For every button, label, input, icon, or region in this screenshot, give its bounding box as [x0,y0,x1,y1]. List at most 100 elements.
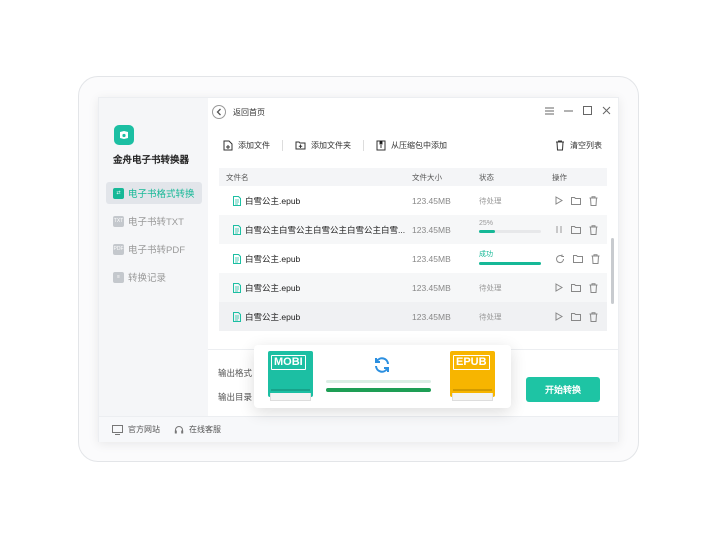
trash-icon[interactable] [591,253,600,264]
table-row[interactable]: 白雪公主.epub 123.45MB 待处理 [219,302,607,331]
document-icon [233,195,241,206]
table-row[interactable]: 白雪公主.epub 123.45MB 待处理 [219,186,607,215]
back-button[interactable] [212,105,226,119]
table-row[interactable]: 白雪公主.epub 123.45MB 待处理 [219,273,607,302]
sidebar-item-label: 转换记录 [128,273,167,284]
row-actions [555,282,606,293]
pause-icon[interactable] [555,225,563,235]
book-pages [452,393,493,401]
sidebar-item-history[interactable]: ≡ 转换记录 [106,266,202,288]
play-icon[interactable] [555,312,563,322]
txt-icon: TXT [113,215,124,227]
progress-fill [479,230,495,233]
file-name: 白雪公主.epub [233,311,300,323]
titlebar: 返回首页 [208,98,618,126]
refresh-icon[interactable] [555,254,565,264]
footer: 官方网站 在线客服 [99,416,618,442]
sidebar-item-to-txt[interactable]: TXT 电子书转TXT [106,210,202,232]
file-size: 123.45MB [412,195,451,206]
trash-icon [556,140,564,150]
monitor-icon [112,424,123,435]
trash-icon[interactable] [589,224,598,235]
add-from-archive-button[interactable]: 从压缩包中添加 [376,140,447,151]
folder-icon[interactable] [571,283,581,293]
mobi-book-icon: MOBI [268,351,313,401]
status-text: 待处理 [479,283,502,292]
progress-percent: 25% [479,220,494,227]
chevron-left-icon [216,108,221,116]
sidebar-item-to-pdf[interactable]: PDF 电子书转PDF [106,238,202,260]
trash-icon[interactable] [589,195,598,206]
clear-list-label: 清空列表 [570,140,602,150]
play-icon[interactable] [555,283,563,293]
epub-book-icon: EPUB [450,351,495,401]
progress-track [326,380,431,383]
maximize-icon[interactable] [582,105,593,116]
sidebar-nav: ⇄ 电子书格式转换 TXT 电子书转TXT PDF 电子书转PDF ≡ 转换记录 [106,182,202,294]
scrollbar[interactable] [611,238,614,304]
clear-list-button[interactable]: 清空列表 [555,140,602,151]
online-support-link[interactable]: 在线客服 [174,424,221,435]
folder-icon[interactable] [571,312,581,322]
progress-fill [479,262,541,265]
table-header: 文件名 文件大小 状态 操作 [219,168,607,186]
sidebar: 金舟电子书转换器 ⇄ 电子书格式转换 TXT 电子书转TXT PDF 电子书转P… [99,98,208,416]
add-folder-label: 添加文件夹 [311,140,351,150]
sidebar-item-label: 电子书格式转换 [128,189,195,200]
app-name: 金舟电子书转换器 [113,155,190,166]
file-name: 白雪公主.epub [233,253,300,265]
file-size: 123.45MB [412,311,451,322]
book-spine [453,389,492,391]
window-controls [536,105,612,116]
document-icon [233,224,241,235]
file-name: 白雪公主.epub [233,282,300,294]
col-size: 文件大小 [412,173,442,182]
toolbar-divider [282,139,283,151]
col-ops: 操作 [552,173,567,182]
sync-icon [375,357,389,373]
file-name-text: 白雪公主白雪公主白雪公主白雪公主白雪... [245,224,406,235]
col-name: 文件名 [226,173,249,182]
add-file-label: 添加文件 [238,140,270,150]
official-website-link[interactable]: 官方网站 [112,424,160,435]
trash-icon[interactable] [589,282,598,293]
file-size: 123.45MB [412,282,451,293]
table-row[interactable]: 白雪公主.epub 123.45MB 成功 [219,244,607,273]
trash-icon[interactable] [589,311,598,322]
file-name-text: 白雪公主.epub [245,195,301,206]
sidebar-item-label: 电子书转TXT [128,217,184,228]
row-actions [555,195,606,206]
conversion-popup: MOBI EPUB [254,345,511,408]
minimize-icon[interactable] [563,105,574,116]
history-icon: ≡ [113,271,124,283]
progress-fill [326,388,431,392]
book-spine [271,389,310,391]
row-actions [555,311,606,322]
progress-indicator: 成功 [479,249,541,265]
document-icon [233,282,241,293]
add-file-button[interactable]: 添加文件 [223,140,270,151]
folder-icon[interactable] [573,254,583,264]
add-folder-button[interactable]: 添加文件夹 [295,140,351,151]
toolbar: 添加文件 添加文件夹 从压缩包中添加 清空列表 [208,134,618,156]
file-name: 白雪公主白雪公主白雪公主白雪公主白雪... [233,224,405,236]
to-format-label: EPUB [453,355,490,370]
start-convert-button[interactable]: 开始转换 [526,377,600,402]
row-actions [555,224,606,235]
sidebar-item-format-convert[interactable]: ⇄ 电子书格式转换 [106,182,202,204]
book-pages [270,393,311,401]
table-row[interactable]: 白雪公主白雪公主白雪公主白雪公主白雪... 123.45MB 25% [219,215,607,244]
document-icon [233,311,241,322]
back-label[interactable]: 返回首页 [233,107,265,118]
folder-icon[interactable] [571,225,581,235]
archive-icon [376,140,386,150]
folder-icon[interactable] [571,196,581,206]
file-name: 白雪公主.epub [233,195,300,207]
from-format-label: MOBI [271,355,306,370]
official-website-label: 官方网站 [128,425,160,434]
menu-icon[interactable] [544,105,555,116]
file-size: 123.45MB [412,253,451,264]
play-icon[interactable] [555,196,563,206]
output-dir-label: 输出目录 [218,392,253,402]
close-icon[interactable] [601,105,612,116]
